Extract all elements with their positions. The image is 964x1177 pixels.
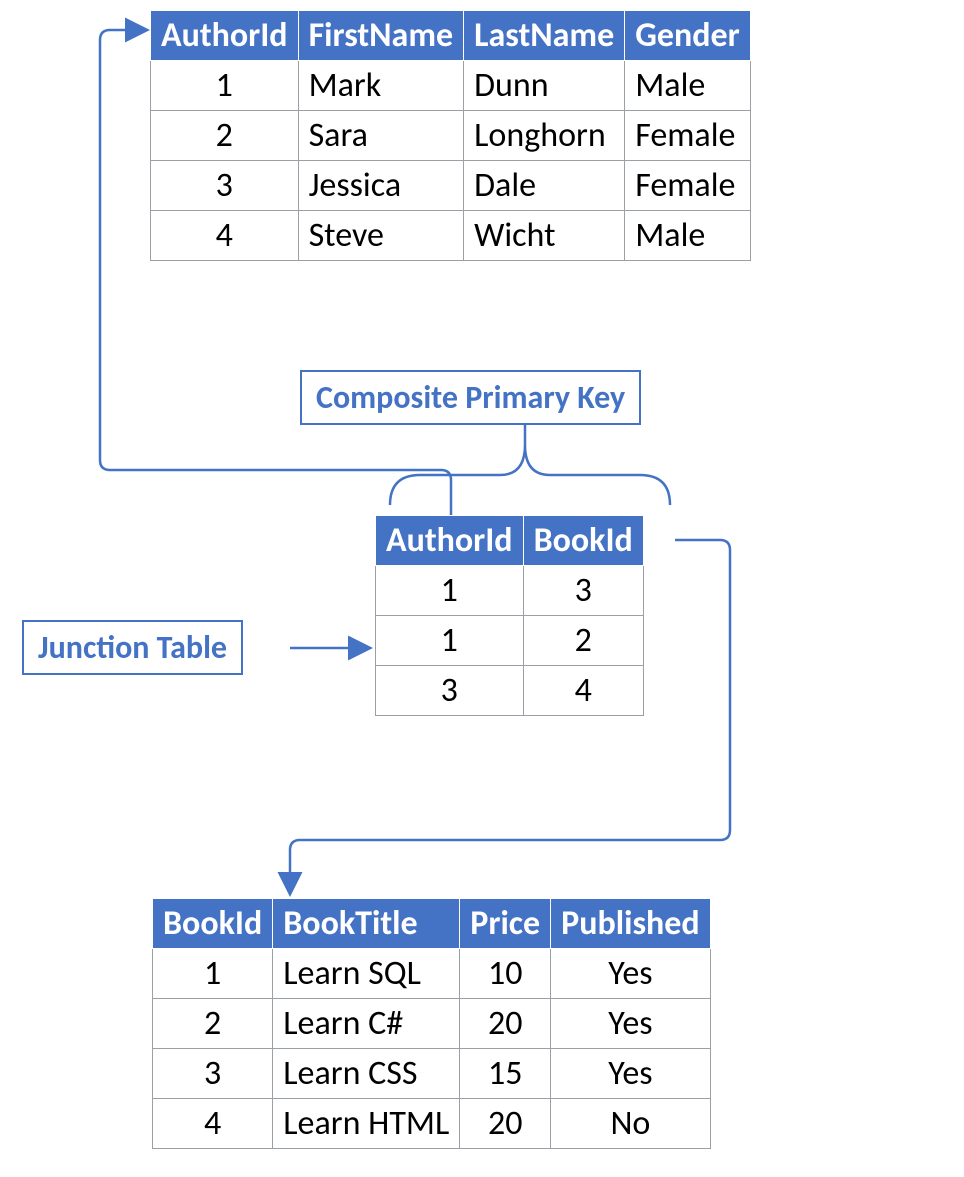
cell-author: 1: [376, 616, 524, 666]
cell-pub: Yes: [551, 999, 710, 1049]
cell-pub: Yes: [551, 949, 710, 999]
cell-price: 20: [460, 1099, 551, 1149]
cell-gender: Female: [625, 111, 750, 161]
cell-title: Learn C#: [273, 999, 460, 1049]
col-lastname: LastName: [464, 11, 625, 61]
table-row: 1 2: [376, 616, 644, 666]
cell-first: Steve: [298, 211, 464, 261]
cell-first: Jessica: [298, 161, 464, 211]
cell-title: Learn HTML: [273, 1099, 460, 1149]
table-row: 1 Learn SQL 10 Yes: [153, 949, 711, 999]
cell-last: Dunn: [464, 61, 625, 111]
table-header-row: AuthorId BookId: [376, 516, 644, 566]
table-row: 4 Learn HTML 20 No: [153, 1099, 711, 1149]
table-row: 4 Steve Wicht Male: [151, 211, 751, 261]
cell-title: Learn SQL: [273, 949, 460, 999]
col-authorid: AuthorId: [151, 11, 299, 61]
brace-composite-pk: [390, 445, 670, 505]
cell-price: 10: [460, 949, 551, 999]
col-authorid: AuthorId: [376, 516, 524, 566]
cell-last: Wicht: [464, 211, 625, 261]
col-firstname: FirstName: [298, 11, 464, 61]
table-header-row: BookId BookTitle Price Published: [153, 899, 711, 949]
cell-pub: No: [551, 1099, 710, 1149]
cell-authorid: 1: [151, 61, 299, 111]
cell-bookid: 2: [153, 999, 273, 1049]
table-header-row: AuthorId FirstName LastName Gender: [151, 11, 751, 61]
junction-table: AuthorId BookId 1 3 1 2 3 4: [375, 515, 644, 716]
cell-author: 1: [376, 566, 524, 616]
cell-pub: Yes: [551, 1049, 710, 1099]
cell-authorid: 2: [151, 111, 299, 161]
col-published: Published: [551, 899, 710, 949]
col-gender: Gender: [625, 11, 750, 61]
cell-first: Sara: [298, 111, 464, 161]
cell-book: 3: [523, 566, 643, 616]
junction-table-label: Junction Table: [22, 620, 243, 675]
composite-pk-label: Composite Primary Key: [300, 370, 641, 425]
cell-bookid: 1: [153, 949, 273, 999]
col-price: Price: [460, 899, 551, 949]
cell-authorid: 3: [151, 161, 299, 211]
col-booktitle: BookTitle: [273, 899, 460, 949]
table-row: 3 Jessica Dale Female: [151, 161, 751, 211]
cell-author: 3: [376, 666, 524, 716]
cell-gender: Male: [625, 211, 750, 261]
cell-bookid: 3: [153, 1049, 273, 1099]
cell-title: Learn CSS: [273, 1049, 460, 1099]
cell-authorid: 4: [151, 211, 299, 261]
col-bookid: BookId: [153, 899, 273, 949]
table-row: 3 Learn CSS 15 Yes: [153, 1049, 711, 1099]
table-row: 1 Mark Dunn Male: [151, 61, 751, 111]
authors-table: AuthorId FirstName LastName Gender 1 Mar…: [150, 10, 751, 261]
table-row: 2 Learn C# 20 Yes: [153, 999, 711, 1049]
cell-gender: Female: [625, 161, 750, 211]
books-table: BookId BookTitle Price Published 1 Learn…: [152, 898, 711, 1149]
cell-bookid: 4: [153, 1099, 273, 1149]
cell-price: 20: [460, 999, 551, 1049]
table-row: 1 3: [376, 566, 644, 616]
cell-first: Mark: [298, 61, 464, 111]
cell-gender: Male: [625, 61, 750, 111]
col-bookid: BookId: [523, 516, 643, 566]
diagram-stage: AuthorId FirstName LastName Gender 1 Mar…: [0, 0, 964, 1177]
cell-book: 4: [523, 666, 643, 716]
cell-price: 15: [460, 1049, 551, 1099]
cell-last: Dale: [464, 161, 625, 211]
cell-last: Longhorn: [464, 111, 625, 161]
table-row: 3 4: [376, 666, 644, 716]
table-row: 2 Sara Longhorn Female: [151, 111, 751, 161]
cell-book: 2: [523, 616, 643, 666]
